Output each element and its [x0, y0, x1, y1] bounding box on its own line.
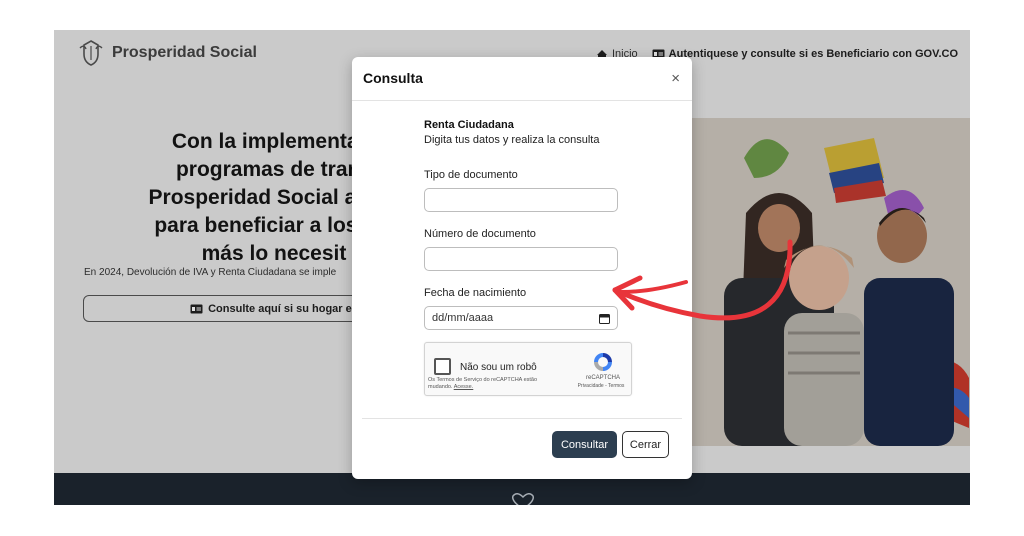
recaptcha-brand: reCAPTCHA [585, 375, 620, 381]
fecha-nacimiento-input[interactable]: dd/mm/aaaa [424, 306, 618, 330]
recaptcha-terms-link[interactable]: Acesse. [454, 384, 474, 390]
consulta-modal: Consulta × Renta Ciudadana Digita tus da… [352, 57, 692, 479]
program-name: Renta Ciudadana [424, 119, 514, 131]
close-icon[interactable]: × [671, 70, 680, 87]
modal-footer-divider [362, 418, 682, 419]
tipo-documento-select[interactable] [424, 188, 618, 212]
form-instruction: Digita tus datos y realiza la consulta [424, 134, 600, 146]
recaptcha-widget: Não sou um robô Os Termos de Serviço do … [424, 342, 632, 396]
fecha-nacimiento-placeholder: dd/mm/aaaa [432, 312, 494, 324]
numero-documento-label: Número de documento [424, 228, 536, 240]
modal-header: Consulta × [352, 57, 692, 101]
recaptcha-logo-icon [594, 353, 612, 371]
consulta-form: Renta Ciudadana Digita tus datos y reali… [424, 119, 632, 396]
fecha-nacimiento-label: Fecha de nacimiento [424, 287, 527, 299]
modal-title: Consulta [363, 70, 423, 86]
recaptcha-links[interactable]: Privacidade - Termos [571, 383, 631, 389]
recaptcha-terms-text: Os Termos de Serviço do reCAPTCHA estão … [428, 377, 538, 390]
recaptcha-checkbox[interactable] [434, 358, 451, 375]
numero-documento-input[interactable] [424, 247, 618, 271]
calendar-icon[interactable] [599, 313, 610, 324]
tipo-documento-label: Tipo de documento [424, 169, 518, 181]
cerrar-button[interactable]: Cerrar [622, 431, 669, 458]
recaptcha-terms: Os Termos de Serviço do reCAPTCHA estão … [428, 377, 558, 391]
consultar-button[interactable]: Consultar [552, 431, 617, 458]
recaptcha-label: Não sou um robô [460, 362, 537, 373]
